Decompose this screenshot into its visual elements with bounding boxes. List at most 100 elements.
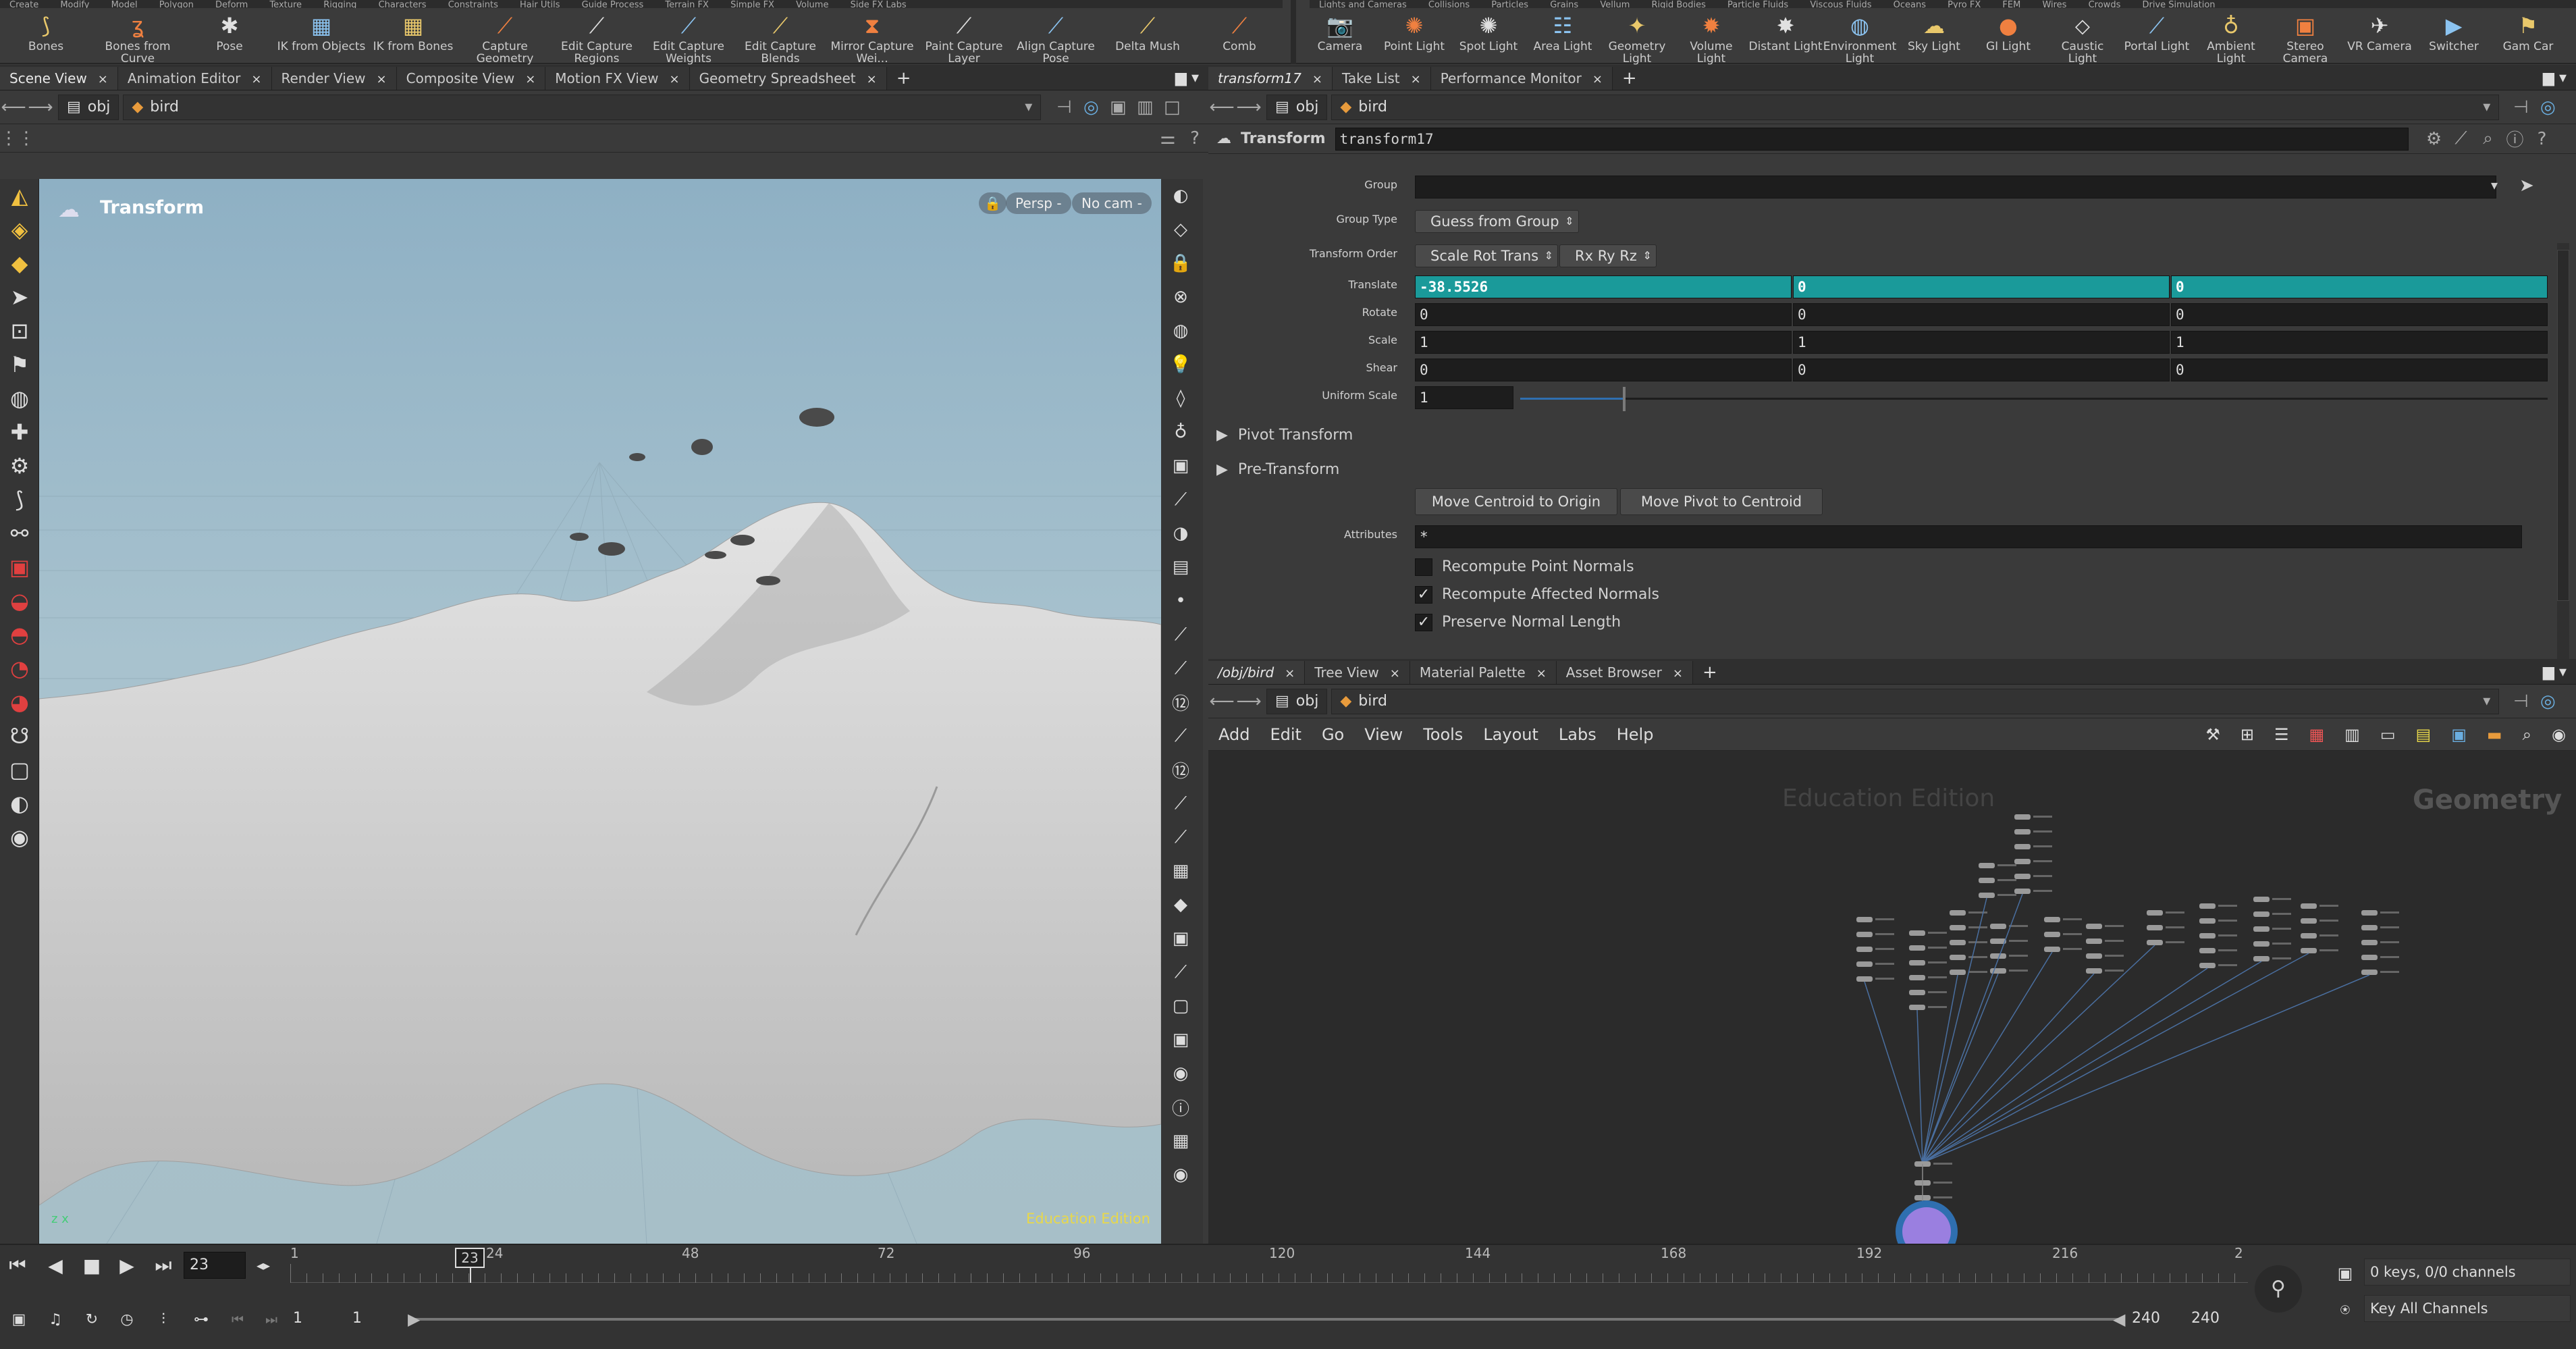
persp-menu[interactable]: Persp - — [1006, 192, 1071, 214]
sop-node[interactable] — [1856, 976, 1873, 982]
sop-node[interactable] — [2301, 918, 2317, 924]
prev-key-icon[interactable]: ⏮ — [223, 1304, 252, 1334]
key-tool-icon[interactable]: ⚲ — [2255, 1265, 2302, 1313]
info-icon[interactable]: ⓘ — [2502, 126, 2529, 151]
shelf-tab[interactable]: Modify — [51, 1, 99, 8]
timer-icon[interactable]: ◷ — [112, 1304, 142, 1334]
shelf-tool-delta-mush[interactable]: ⟋ Delta Mush — [1102, 12, 1193, 65]
chevron-down-icon[interactable]: ▾ — [2491, 177, 2498, 193]
shelf-tab[interactable]: Volume — [786, 1, 838, 8]
image-icon[interactable]: ▣ — [2441, 725, 2477, 744]
recompute-point-normals-checkbox[interactable] — [1415, 558, 1432, 576]
key-mode-icon[interactable]: ⍟ — [2330, 1295, 2360, 1325]
forward-arrow-icon[interactable]: ⟶ — [1235, 97, 1262, 117]
sop-node[interactable] — [2044, 917, 2060, 922]
shelf-tab[interactable]: Polygon — [150, 1, 203, 8]
display-tool-12-icon[interactable]: • — [1161, 584, 1200, 618]
sphere-tool-icon[interactable]: ◐ — [0, 787, 39, 820]
range-start-field[interactable]: 1 — [288, 1306, 344, 1333]
menu-help[interactable]: Help — [1607, 725, 1664, 744]
shelf-tool-pose[interactable]: ✱ Pose — [184, 12, 275, 65]
scale-z-field[interactable]: 1 — [2171, 331, 2548, 354]
display-tool-19-icon[interactable]: ⟋ — [1161, 820, 1200, 854]
shelf-tool-caustic-light[interactable]: ⬦ Caustic Light — [2045, 12, 2120, 65]
sop-node[interactable] — [1909, 945, 1925, 951]
shelf-tool-switcher[interactable]: ▶ Switcher — [2417, 12, 2491, 65]
shelf-tool-area-light[interactable]: ☷ Area Light — [1526, 12, 1600, 65]
sop-node[interactable] — [2253, 941, 2270, 947]
magnet-tool-4-icon[interactable]: ◕ — [0, 685, 39, 719]
color-palette-icon[interactable]: ▦ — [2299, 725, 2334, 744]
sop-node[interactable] — [2014, 844, 2031, 849]
play-reverse-icon[interactable]: ◀ — [41, 1250, 70, 1280]
display-tool-20-icon[interactable]: ▦ — [1161, 854, 1200, 888]
tab-take-list[interactable]: Take List × — [1332, 67, 1431, 90]
sop-node[interactable] — [1856, 917, 1873, 922]
shelf-tool-mirror-capture[interactable]: ⧗ Mirror Capture Wei... — [826, 12, 918, 65]
rotate-x-field[interactable]: 0 — [1415, 303, 1792, 326]
path-root[interactable]: ▤ obj — [1266, 94, 1328, 120]
path-node[interactable]: ◆ bird ▾ — [1331, 94, 2500, 120]
chevron-down-icon[interactable]: ▾ — [2483, 99, 2490, 115]
close-icon[interactable]: × — [669, 72, 679, 86]
close-icon[interactable]: × — [98, 72, 108, 86]
display-tool-5-icon[interactable]: 💡 — [1161, 348, 1200, 381]
link-icon[interactable]: ◎ — [1077, 97, 1104, 117]
close-icon[interactable]: × — [251, 72, 261, 86]
handle-tool-icon[interactable]: ◆ — [0, 246, 39, 280]
display-tool-2-icon[interactable]: 🔒 — [1161, 246, 1200, 280]
shelf-tab[interactable]: Create — [0, 1, 48, 8]
group-field[interactable] — [1415, 176, 2496, 199]
shelf-tool-ambient-light[interactable]: ♁ Ambient Light — [2194, 12, 2268, 65]
display-tool-7-icon[interactable]: ♁ — [1161, 415, 1200, 449]
sop-node[interactable] — [1909, 990, 1925, 995]
preserve-normal-length-checkbox[interactable]: ✓ — [1415, 614, 1432, 631]
shelf-tool-edit-capture-regions[interactable]: ⟋ Edit Capture Regions — [551, 12, 643, 65]
shear-z-field[interactable]: 0 — [2171, 359, 2548, 381]
forward-arrow-icon[interactable]: ⟶ — [1235, 691, 1262, 712]
shelf-tool-geometry-light[interactable]: ✦ Geometry Light — [1600, 12, 1674, 65]
sop-node[interactable] — [2253, 956, 2270, 961]
shelf-tab[interactable]: Collisions — [1419, 1, 1479, 8]
shelf-tool-stereo-camera[interactable]: ▣ Stereo Camera — [2268, 12, 2342, 65]
camera-menu[interactable]: No cam - — [1072, 192, 1152, 214]
sop-node[interactable] — [2199, 933, 2216, 938]
loop-icon[interactable]: ↻ — [77, 1304, 107, 1334]
shelf-tab[interactable]: Characters — [369, 1, 436, 8]
range-end-field-2[interactable]: 240 — [2186, 1306, 2243, 1333]
display-tool-9-icon[interactable]: ⟋ — [1161, 483, 1200, 517]
shelf-tab[interactable]: Crowds — [2079, 1, 2130, 8]
path-root[interactable]: ▤ obj — [1266, 688, 1328, 714]
shelf-tab[interactable]: Constraints — [439, 1, 508, 8]
sop-node[interactable] — [1909, 1005, 1925, 1010]
hand-tool-icon[interactable]: ☋ — [0, 719, 39, 753]
shelf-tool-ik-bones[interactable]: ▦ IK from Bones — [367, 12, 459, 65]
sop-node[interactable] — [2361, 910, 2378, 916]
select-arrow-icon[interactable]: ➤ — [2519, 176, 2534, 196]
shelf-tool-environment-light[interactable]: ◍ Environment Light — [1823, 12, 1897, 65]
shear-x-field[interactable]: 0 — [1415, 359, 1792, 381]
shelf-tab[interactable]: Texture — [260, 1, 311, 8]
display-tool-17-icon[interactable]: ⑫ — [1161, 753, 1200, 787]
display-tool-4-icon[interactable]: ◍ — [1161, 314, 1200, 348]
shelf-tab[interactable]: Guide Process — [572, 1, 653, 8]
audio-icon[interactable]: ♫ — [41, 1304, 70, 1334]
rotation-order-menu[interactable]: Rx Ry Rz — [1559, 244, 1657, 267]
display-tool-22-icon[interactable]: ▣ — [1161, 922, 1200, 955]
frame-marker[interactable]: 23 — [455, 1248, 485, 1268]
sop-node[interactable] — [2199, 948, 2216, 953]
forward-arrow-icon[interactable]: ⟶ — [27, 97, 54, 117]
brush-icon[interactable]: ⟋ — [2448, 128, 2475, 149]
shelf-tab[interactable]: Oceans — [1884, 1, 1935, 8]
sop-node[interactable] — [2044, 932, 2060, 937]
attributes-field[interactable]: * — [1415, 525, 2522, 548]
pin-icon[interactable]: ⊣ — [2507, 691, 2534, 712]
sop-node[interactable] — [1856, 947, 1873, 952]
sop-node[interactable] — [2301, 903, 2317, 909]
node-name-field[interactable]: transform17 — [1335, 127, 2409, 151]
param-scrollbar[interactable] — [2557, 243, 2569, 662]
frame-tool-icon[interactable]: ▢ — [0, 753, 39, 787]
lock-camera-icon[interactable]: 🔒 — [979, 192, 1007, 214]
sop-node[interactable] — [1979, 878, 1995, 883]
shelf-tab[interactable]: FEM — [1993, 1, 2030, 8]
